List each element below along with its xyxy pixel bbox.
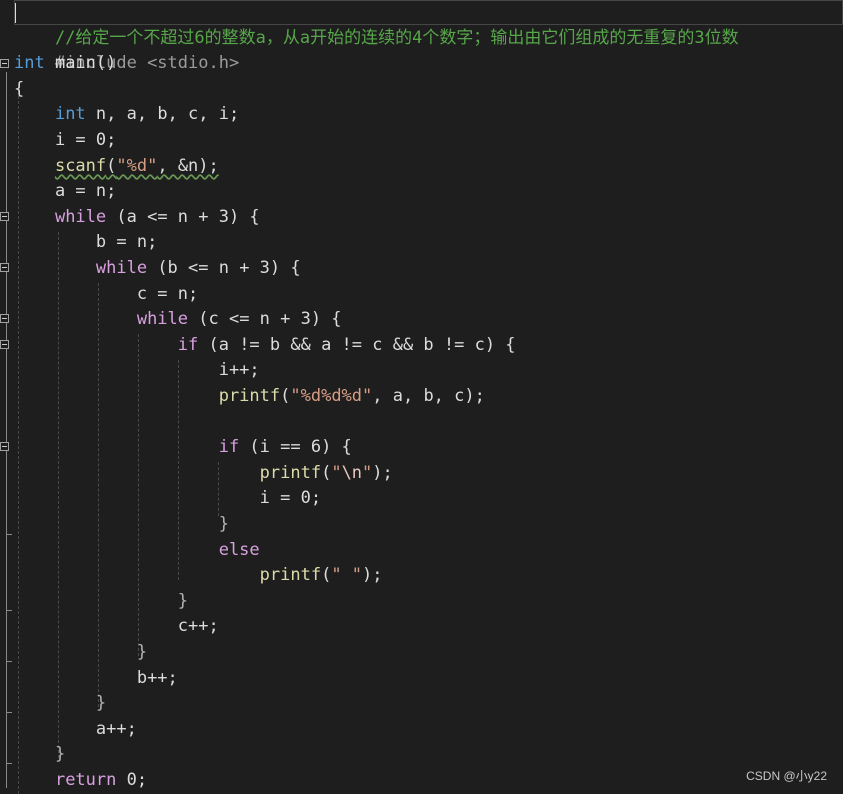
- keyword-if: if: [177, 334, 199, 355]
- paren-close: );: [362, 565, 383, 586]
- code-line-24[interactable]: }: [14, 589, 188, 615]
- keyword-int: int: [14, 53, 45, 74]
- statement: a = n;: [54, 181, 117, 202]
- code-line-5[interactable]: int n, a, b, c, i;: [14, 102, 239, 128]
- statement: i = 0;: [259, 488, 322, 509]
- while-condition: (c <= n + 3) {: [188, 309, 342, 330]
- code-line-10[interactable]: b = n;: [14, 230, 157, 256]
- if-condition: (a != b && a != c && b != c) {: [198, 334, 516, 355]
- code-line-17[interactable]: [14, 410, 24, 436]
- keyword-while: while: [54, 206, 107, 227]
- function-printf: printf: [259, 565, 322, 586]
- code-line-18[interactable]: if (i == 6) {: [14, 435, 352, 461]
- keyword-int: int: [54, 104, 86, 125]
- brace: }: [177, 590, 189, 611]
- code-line-27[interactable]: b++;: [14, 666, 178, 692]
- brace: }: [95, 693, 107, 714]
- fold-gutter: [0, 0, 14, 794]
- brace: }: [136, 642, 148, 662]
- brace: }: [218, 514, 229, 534]
- code-line-15[interactable]: i++;: [14, 358, 260, 384]
- paren: (: [321, 565, 332, 586]
- statement: b = n;: [95, 232, 158, 253]
- printf-args: , a, b, c);: [372, 386, 485, 406]
- code-line-20[interactable]: i = 0;: [14, 486, 321, 512]
- var-declaration: n, a, b, c, i;: [85, 104, 240, 125]
- code-line-7[interactable]: scanf("%d", &n);: [14, 154, 219, 180]
- fold-toggle-while-a[interactable]: [0, 212, 9, 221]
- code-line-22[interactable]: else: [14, 538, 260, 564]
- code-line-11[interactable]: while (b <= n + 3) {: [14, 256, 301, 282]
- fold-toggle-while-c[interactable]: [0, 314, 9, 323]
- string-quote: ": [331, 462, 342, 483]
- code-line-12[interactable]: c = n;: [14, 282, 198, 308]
- code-line-29[interactable]: a++;: [14, 717, 137, 743]
- code-line-25[interactable]: c++;: [14, 614, 219, 640]
- code-line-26[interactable]: }: [14, 640, 147, 666]
- code-line-13[interactable]: while (c <= n + 3) {: [14, 307, 342, 333]
- code-line-14[interactable]: if (a != b && a != c && b != c) {: [14, 333, 516, 359]
- watermark: CSDN @小y22: [746, 769, 827, 783]
- code-line-21[interactable]: }: [14, 512, 229, 538]
- main-signature: main(): [44, 53, 117, 74]
- code-line-28[interactable]: }: [14, 691, 106, 717]
- code-line-2[interactable]: #include <stdio.h>: [14, 26, 239, 73]
- brace: {: [14, 78, 25, 99]
- return-value: 0;: [116, 770, 148, 790]
- fold-end-tick: [6, 534, 12, 535]
- code-line-16[interactable]: printf("%d%d%d", a, b, c);: [14, 384, 485, 410]
- fold-toggle-main[interactable]: [0, 59, 9, 68]
- code-line-3[interactable]: int main(): [14, 51, 116, 77]
- paren: (: [280, 386, 291, 406]
- fold-end-tick: [6, 610, 12, 611]
- statement: a++;: [95, 718, 137, 739]
- string-quote: ": [362, 462, 373, 483]
- fold-toggle-if-distinct[interactable]: [0, 340, 9, 349]
- if-condition: (i == 6) {: [239, 437, 352, 458]
- code-line-30[interactable]: }: [14, 742, 65, 768]
- fold-end-tick: [6, 712, 12, 713]
- brace: }: [54, 744, 66, 765]
- escape-sequence: \n: [341, 462, 363, 483]
- code-line-23[interactable]: printf(" ");: [14, 563, 383, 589]
- code-line-8[interactable]: a = n;: [14, 179, 116, 205]
- function-printf: printf: [218, 386, 281, 406]
- function-printf: printf: [259, 462, 322, 483]
- fold-line-main: [6, 72, 7, 788]
- code-line-9[interactable]: while (a <= n + 3) {: [14, 205, 260, 231]
- scanf-args: , &n);: [157, 155, 219, 176]
- fold-end-tick: [6, 661, 12, 662]
- paren: (: [321, 462, 332, 483]
- format-string: " ": [331, 565, 363, 586]
- fold-toggle-while-b[interactable]: [0, 263, 9, 272]
- code-line-31[interactable]: return 0;: [14, 768, 147, 794]
- format-string: "%d": [116, 155, 158, 176]
- statement: c = n;: [136, 283, 199, 304]
- statement: i = 0;: [54, 130, 117, 150]
- code-line-1[interactable]: //给定一个不超过6的整数a，从a开始的连续的4个数字；输出由它们组成的无重复的…: [14, 0, 739, 48]
- code-line-4[interactable]: {: [14, 77, 24, 103]
- paren: (: [106, 155, 117, 176]
- fold-end-tick: [6, 763, 12, 764]
- statement: i++;: [218, 360, 260, 381]
- function-scanf: scanf: [54, 155, 107, 176]
- code-line-19[interactable]: printf("\n");: [14, 461, 393, 487]
- fold-toggle-if-count[interactable]: [0, 442, 9, 451]
- keyword-else: else: [218, 539, 260, 560]
- paren-close: );: [372, 462, 393, 483]
- statement: c++;: [177, 616, 219, 637]
- keyword-if: if: [218, 437, 240, 458]
- code-line-6[interactable]: i = 0;: [14, 128, 116, 154]
- keyword-return: return: [54, 770, 117, 790]
- while-condition: (a <= n + 3) {: [106, 206, 260, 227]
- while-condition: (b <= n + 3) {: [147, 258, 301, 278]
- scanf-warning-squiggle[interactable]: scanf("%d", &n);: [55, 156, 219, 176]
- keyword-while: while: [136, 309, 189, 330]
- format-string: "%d%d%d": [290, 386, 373, 406]
- code-editor[interactable]: //给定一个不超过6的整数a，从a开始的连续的4个数字；输出由它们组成的无重复的…: [0, 0, 843, 794]
- keyword-while: while: [95, 258, 148, 278]
- statement: b++;: [136, 667, 178, 688]
